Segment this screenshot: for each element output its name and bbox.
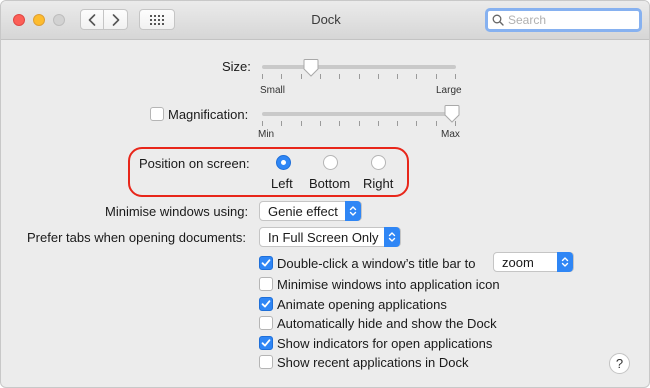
search-field[interactable] <box>485 8 642 32</box>
updown-chevron-icon <box>384 227 400 247</box>
updown-chevron-icon <box>557 252 573 272</box>
slider-tick <box>262 74 263 79</box>
window-title: Dock <box>311 12 341 27</box>
minimise-into-icon-label: Minimise windows into application icon <box>277 277 500 292</box>
double-click-action-popup[interactable]: zoom <box>493 252 574 272</box>
show-indicators-label: Show indicators for open applications <box>277 336 493 351</box>
slider-tick <box>455 74 456 79</box>
slider-tick <box>339 74 340 79</box>
checkmark-icon <box>261 300 271 308</box>
chevron-right-icon <box>112 13 119 26</box>
show-recent-apps-checkbox[interactable] <box>259 355 273 369</box>
size-min-label: Small <box>260 85 286 96</box>
slider-tick <box>416 121 417 126</box>
minimise-effect-value: Genie effect <box>268 203 338 219</box>
forward-button[interactable] <box>104 9 128 30</box>
updown-chevron-icon <box>345 201 361 221</box>
show-all-button[interactable] <box>139 9 175 30</box>
magnification-max-label: Max <box>441 129 460 140</box>
prefer-tabs-popup[interactable]: In Full Screen Only <box>259 227 401 247</box>
zoom-window-button[interactable] <box>53 14 65 26</box>
size-label: Size: <box>222 59 251 74</box>
search-icon <box>492 14 504 26</box>
size-max-label: Large <box>436 85 462 96</box>
position-bottom-label: Bottom <box>309 176 351 191</box>
title-bar: Dock <box>1 1 649 40</box>
slider-tick <box>397 121 398 126</box>
grid-icon <box>150 14 164 25</box>
slider-tick <box>436 121 437 126</box>
search-input[interactable] <box>504 13 638 27</box>
slider-tick <box>262 121 263 126</box>
position-right-label: Right <box>363 176 394 191</box>
slider-tick <box>359 74 360 79</box>
slider-tick <box>378 74 379 79</box>
autohide-dock-label: Automatically hide and show the Dock <box>277 316 497 331</box>
slider-tick <box>281 74 282 79</box>
chevron-left-icon <box>88 13 96 26</box>
size-slider-track <box>262 65 456 69</box>
slider-tick <box>436 74 437 79</box>
magnification-slider-track <box>262 112 456 116</box>
slider-tick <box>416 74 417 79</box>
minimize-window-button[interactable] <box>33 14 45 26</box>
animate-opening-checkbox[interactable] <box>259 297 273 311</box>
show-indicators-checkbox[interactable] <box>259 336 273 350</box>
help-button[interactable]: ? <box>609 353 630 374</box>
position-right-radio[interactable] <box>371 155 386 170</box>
magnification-min-label: Min <box>258 129 275 140</box>
prefer-tabs-label: Prefer tabs when opening documents: <box>27 230 246 245</box>
dock-preferences-window: Dock Size: Small Large Magnification: Mi… <box>0 0 650 388</box>
slider-tick <box>339 121 340 126</box>
double-click-checkbox[interactable] <box>259 256 273 270</box>
magnification-checkbox[interactable] <box>150 107 164 121</box>
slider-tick <box>359 121 360 126</box>
minimise-into-icon-checkbox[interactable] <box>259 277 273 291</box>
position-left-radio[interactable] <box>276 155 291 170</box>
double-click-action-value: zoom <box>502 254 534 270</box>
close-window-button[interactable] <box>13 14 25 26</box>
minimise-effect-popup[interactable]: Genie effect <box>259 201 362 221</box>
slider-tick <box>320 74 321 79</box>
size-slider-thumb[interactable] <box>303 59 319 77</box>
show-recent-apps-label: Show recent applications in Dock <box>277 355 469 370</box>
autohide-dock-checkbox[interactable] <box>259 316 273 330</box>
slider-tick <box>301 121 302 126</box>
slider-tick <box>320 121 321 126</box>
magnification-slider-thumb[interactable] <box>444 105 460 123</box>
magnification-label: Magnification: <box>168 107 249 122</box>
position-left-label: Left <box>271 176 293 191</box>
slider-tick <box>397 74 398 79</box>
position-bottom-radio[interactable] <box>323 155 338 170</box>
checkmark-icon <box>261 339 271 347</box>
position-label: Position on screen: <box>139 156 250 171</box>
animate-opening-label: Animate opening applications <box>277 297 447 312</box>
slider-tick <box>281 121 282 126</box>
checkmark-icon <box>261 259 271 267</box>
double-click-label: Double-click a window’s title bar to <box>277 256 476 271</box>
minimise-label: Minimise windows using: <box>105 204 249 219</box>
back-button[interactable] <box>80 9 104 30</box>
slider-tick <box>378 121 379 126</box>
prefer-tabs-value: In Full Screen Only <box>268 229 379 245</box>
